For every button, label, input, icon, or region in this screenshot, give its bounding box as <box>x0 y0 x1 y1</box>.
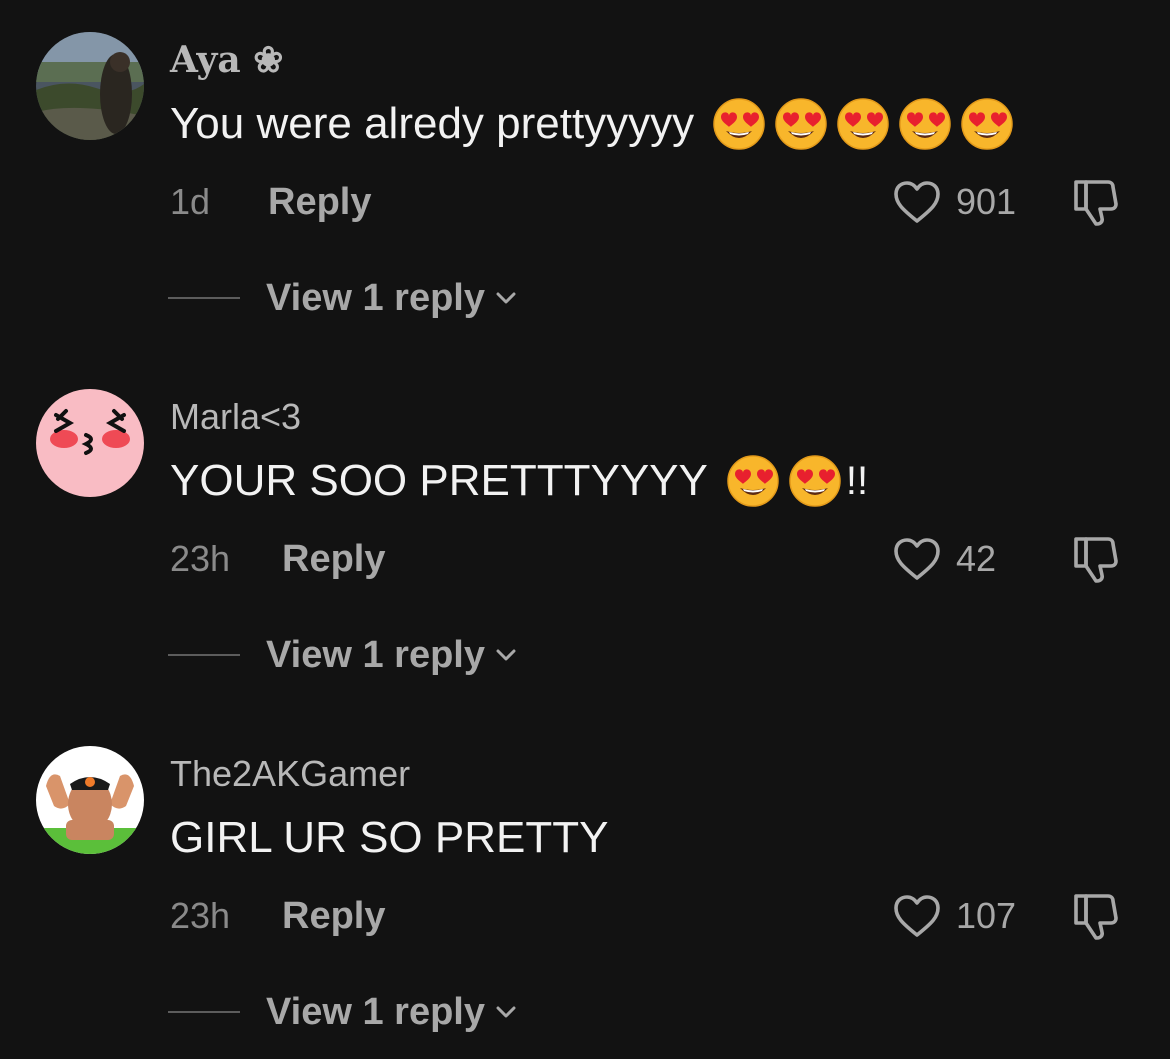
comment-item: Marla<3 YOUR SOO PRETTTYYYY !! 23h Reply… <box>0 357 1170 714</box>
heart-eyes-emoji <box>775 98 827 150</box>
view-replies-label: View 1 reply <box>266 277 485 319</box>
comment-actions: 23h Reply 42 <box>170 533 1130 585</box>
thumbs-down-outline-icon <box>1074 180 1118 226</box>
reply-button[interactable]: Reply <box>282 890 385 942</box>
heart-eyes-emoji <box>837 98 889 150</box>
comment-text: GIRL UR SO PRETTY <box>170 813 609 862</box>
view-replies-label: View 1 reply <box>266 634 485 676</box>
avatar[interactable] <box>36 746 144 854</box>
view-replies-button[interactable]: View 1 reply <box>168 629 519 681</box>
thumbs-down-outline-icon <box>1074 894 1118 940</box>
view-replies-button[interactable]: View 1 reply <box>168 986 519 1038</box>
avatar-kissing-face-image <box>36 389 144 497</box>
comment-actions: 23h Reply 107 <box>170 890 1130 942</box>
comment-item: The2AKGamer GIRL UR SO PRETTY 23h Reply … <box>0 714 1170 1059</box>
like-count: 901 <box>956 181 1017 222</box>
username[interactable]: Marla<3 <box>170 393 301 441</box>
like-button[interactable]: 107 <box>892 892 1016 940</box>
chevron-down-icon <box>496 1006 516 1018</box>
timestamp: 1d <box>170 181 211 222</box>
timestamp: 23h <box>170 895 231 936</box>
heart-outline-icon <box>894 538 940 580</box>
heart-eyes-emoji <box>789 455 841 507</box>
view-replies-button[interactable]: View 1 reply <box>168 272 519 324</box>
username[interactable]: Aya ❀ <box>170 36 283 84</box>
comments-list: Aya ❀ You were alredy prettyyyyy 1d Repl… <box>0 0 1170 1059</box>
reply-button[interactable]: Reply <box>282 533 385 585</box>
comment-actions: 1d Reply 901 <box>170 176 1130 228</box>
divider-line <box>168 297 240 299</box>
like-count: 42 <box>956 538 997 579</box>
chevron-down-icon <box>496 292 516 304</box>
comment-body: You were alredy prettyyyyy <box>170 94 1014 154</box>
avatar-landscape-image <box>36 32 144 140</box>
comment-body: GIRL UR SO PRETTY <box>170 808 608 868</box>
chevron-down-icon <box>496 649 516 661</box>
dislike-button[interactable] <box>1070 890 1124 942</box>
thumbs-down-outline-icon <box>1074 537 1118 583</box>
heart-eyes-emoji <box>727 455 779 507</box>
like-button[interactable]: 901 <box>892 178 1016 226</box>
comment-text-suffix: !! <box>845 459 869 503</box>
avatar[interactable] <box>36 389 144 497</box>
comment-text: You were alredy prettyyyyy <box>170 99 695 148</box>
comment-text: YOUR SOO PRETTTYYYY <box>170 456 708 505</box>
heart-eyes-emoji <box>899 98 951 150</box>
comment-body: YOUR SOO PRETTTYYYY !! <box>170 451 868 511</box>
view-replies-label: View 1 reply <box>266 991 485 1033</box>
heart-eyes-emoji <box>961 98 1013 150</box>
avatar-flexing-man-image <box>36 746 144 854</box>
like-count: 107 <box>956 895 1017 936</box>
heart-eyes-emoji <box>713 98 765 150</box>
heart-outline-icon <box>894 181 940 223</box>
heart-outline-icon <box>894 895 940 937</box>
timestamp: 23h <box>170 538 231 579</box>
like-button[interactable]: 42 <box>892 535 996 583</box>
username[interactable]: The2AKGamer <box>170 750 410 798</box>
avatar[interactable] <box>36 32 144 140</box>
reply-button[interactable]: Reply <box>268 176 371 228</box>
dislike-button[interactable] <box>1070 533 1124 585</box>
divider-line <box>168 654 240 656</box>
comment-item: Aya ❀ You were alredy prettyyyyy 1d Repl… <box>0 0 1170 357</box>
divider-line <box>168 1011 240 1013</box>
dislike-button[interactable] <box>1070 176 1124 228</box>
